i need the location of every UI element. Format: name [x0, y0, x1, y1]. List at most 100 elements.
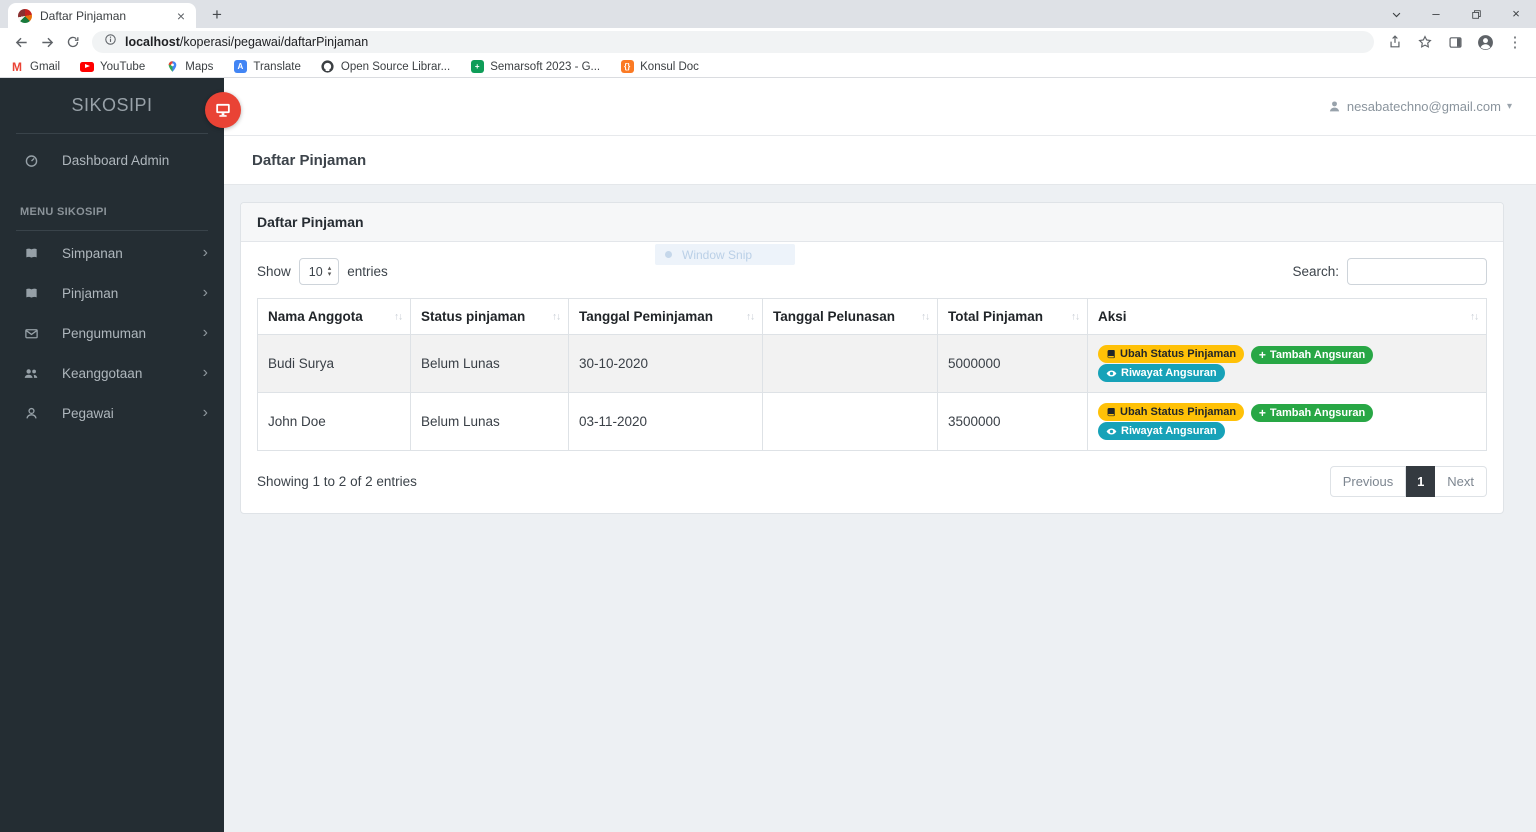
column-header-total-pinjaman[interactable]: Total Pinjaman ↑↓ [937, 298, 1088, 335]
column-header-nama-anggota[interactable]: Nama Anggota ↑↓ [257, 298, 411, 335]
browser-tab[interactable]: Daftar Pinjaman × [8, 3, 196, 28]
column-label: Status pinjaman [421, 309, 526, 324]
bookmark-gmail[interactable]: M Gmail [10, 60, 60, 74]
daftar-pinjaman-card: Daftar Pinjaman Show 10 ▴ ▾ entries Sear… [240, 202, 1504, 514]
column-header-tanggal-pelunasan[interactable]: Tanggal Pelunasan ↑↓ [762, 298, 938, 335]
ubah-status-pinjaman-button[interactable]: Ubah Status Pinjaman [1098, 345, 1245, 363]
sidebar-item-label: Dashboard Admin [62, 152, 170, 168]
url-path: /koperasi/pegawai/daftarPinjaman [179, 35, 369, 49]
bookmark-konsul-doc[interactable]: {} Konsul Doc [620, 60, 699, 74]
translate-icon: A [233, 60, 247, 74]
sidebar-section-label: MENU SIKOSIPI [20, 206, 108, 218]
search-label: Search: [1292, 264, 1339, 279]
bookmarks-bar: M Gmail YouTube Maps A Translate Open So… [0, 56, 1536, 78]
bookmark-label: Open Source Librar... [340, 60, 451, 73]
forward-button[interactable] [34, 30, 60, 54]
pagination-page-1-button[interactable]: 1 [1406, 466, 1436, 497]
tachometer-icon [20, 153, 42, 168]
book-icon [20, 286, 42, 301]
tab-title: Daftar Pinjaman [40, 8, 127, 23]
riwayat-angsuran-button[interactable]: Riwayat Angsuran [1098, 422, 1225, 440]
page-title: Daftar Pinjaman [252, 151, 367, 169]
cell-total-pinjaman: 3500000 [937, 392, 1088, 451]
search-input[interactable] [1347, 258, 1487, 285]
table-footer: Showing 1 to 2 of 2 entries Previous 1 N… [257, 466, 1487, 497]
sidebar-item-dashboard[interactable]: Dashboard Admin [0, 140, 224, 180]
column-label: Nama Anggota [268, 309, 363, 324]
tab-search-chevron-icon[interactable] [1376, 0, 1416, 28]
ubah-status-pinjaman-button[interactable]: Ubah Status Pinjaman [1098, 403, 1245, 421]
sidebar-divider [16, 230, 208, 231]
sidebar-item-pegawai[interactable]: Pegawai › [0, 393, 224, 433]
table-row: John Doe Belum Lunas 03-11-2020 3500000 … [257, 392, 1487, 451]
table-row: Budi Surya Belum Lunas 30-10-2020 500000… [257, 334, 1487, 393]
browser-menu-icon[interactable]: ⋮ [1502, 30, 1528, 54]
bookmark-label: Translate [253, 60, 301, 73]
pagination-previous-button[interactable]: Previous [1329, 466, 1407, 497]
caret-down-icon: ▾ [1506, 101, 1512, 112]
cell-aksi: Ubah Status Pinjaman + Tambah Angsuran R… [1087, 392, 1487, 451]
column-label: Aksi [1098, 309, 1127, 324]
share-icon[interactable] [1382, 30, 1408, 54]
pagination-next-button[interactable]: Next [1435, 466, 1487, 497]
sidebar-item-pengumuman[interactable]: Pengumuman › [0, 313, 224, 353]
new-tab-button[interactable]: + [206, 5, 228, 25]
pagination: Previous 1 Next [1329, 466, 1487, 497]
column-header-status-pinjaman[interactable]: Status pinjaman ↑↓ [410, 298, 569, 335]
sidebar-item-simpanan[interactable]: Simpanan › [0, 233, 224, 273]
bookmark-semarsoft[interactable]: + Semarsoft 2023 - G... [470, 60, 600, 74]
sidebar-item-keanggotaan[interactable]: Keanggotaan › [0, 353, 224, 393]
app-window: SIKOSIPI Dashboard Admin MENU SIKOSIPI S… [0, 78, 1536, 832]
eye-icon [1106, 369, 1117, 377]
tambah-angsuran-button[interactable]: + Tambah Angsuran [1250, 404, 1374, 422]
restore-button[interactable] [1456, 0, 1496, 28]
table-body: Budi Surya Belum Lunas 30-10-2020 500000… [257, 334, 1487, 451]
back-button[interactable] [8, 30, 34, 54]
user-icon [20, 406, 42, 421]
column-label: Tanggal Pelunasan [773, 309, 896, 324]
tab-close-icon[interactable]: × [174, 8, 188, 24]
screen-tool-button[interactable] [205, 92, 241, 128]
sidebar-item-label: Pengumuman [62, 325, 147, 341]
bookmark-maps[interactable]: Maps [165, 60, 213, 74]
url-host: localhost [125, 35, 180, 49]
sidebar-item-label: Pinjaman [62, 285, 119, 301]
cell-tanggal-peminjaman: 30-10-2020 [568, 334, 763, 393]
cell-nama-anggota: John Doe [257, 392, 411, 451]
tambah-angsuran-button[interactable]: + Tambah Angsuran [1250, 346, 1374, 364]
bookmark-translate[interactable]: A Translate [233, 60, 301, 74]
bookmark-label: Gmail [30, 60, 61, 73]
bookmark-label: Maps [185, 60, 214, 73]
sidebar-divider [16, 133, 208, 134]
sidebar-item-label: Keanggotaan [62, 365, 143, 381]
minimize-button[interactable]: – [1416, 0, 1456, 28]
side-panel-icon[interactable] [1442, 30, 1468, 54]
user-menu[interactable]: nesabatechno@gmail.com ▾ [1328, 99, 1512, 114]
table-info-text: Showing 1 to 2 of 2 entries [257, 474, 417, 489]
bookmark-open-source[interactable]: Open Source Librar... [321, 60, 450, 74]
sidebar-item-pinjaman[interactable]: Pinjaman › [0, 273, 224, 313]
sidebar-item-label: Simpanan [62, 245, 123, 261]
page-length-value: 10 [308, 264, 323, 279]
site-info-icon[interactable] [104, 33, 117, 51]
column-header-aksi[interactable]: Aksi ↑↓ [1087, 298, 1487, 335]
page-length-control: Show 10 ▴ ▾ entries [257, 258, 388, 285]
bookmark-youtube[interactable]: YouTube [80, 60, 145, 74]
column-header-tanggal-peminjaman[interactable]: Tanggal Peminjaman ↑↓ [568, 298, 763, 335]
bookmark-star-icon[interactable] [1412, 30, 1438, 54]
youtube-icon [80, 60, 95, 74]
address-bar[interactable]: localhost/koperasi/pegawai/daftarPinjama… [92, 31, 1374, 53]
sort-icon: ↑↓ [1470, 311, 1479, 322]
select-arrows-icon: ▴ ▾ [327, 265, 332, 278]
page-length-select[interactable]: 10 ▴ ▾ [298, 258, 340, 285]
chevron-right-icon: › [202, 364, 208, 381]
cell-status-pinjaman: Belum Lunas [410, 334, 569, 393]
chevron-right-icon: › [202, 284, 208, 301]
reload-button[interactable] [60, 30, 86, 54]
column-label: Tanggal Peminjaman [579, 309, 714, 324]
riwayat-angsuran-button[interactable]: Riwayat Angsuran [1098, 364, 1225, 382]
user-email: nesabatechno@gmail.com [1346, 99, 1501, 114]
chevron-right-icon: › [202, 244, 208, 261]
close-window-button[interactable]: × [1496, 0, 1536, 28]
profile-avatar-icon[interactable] [1472, 30, 1498, 54]
